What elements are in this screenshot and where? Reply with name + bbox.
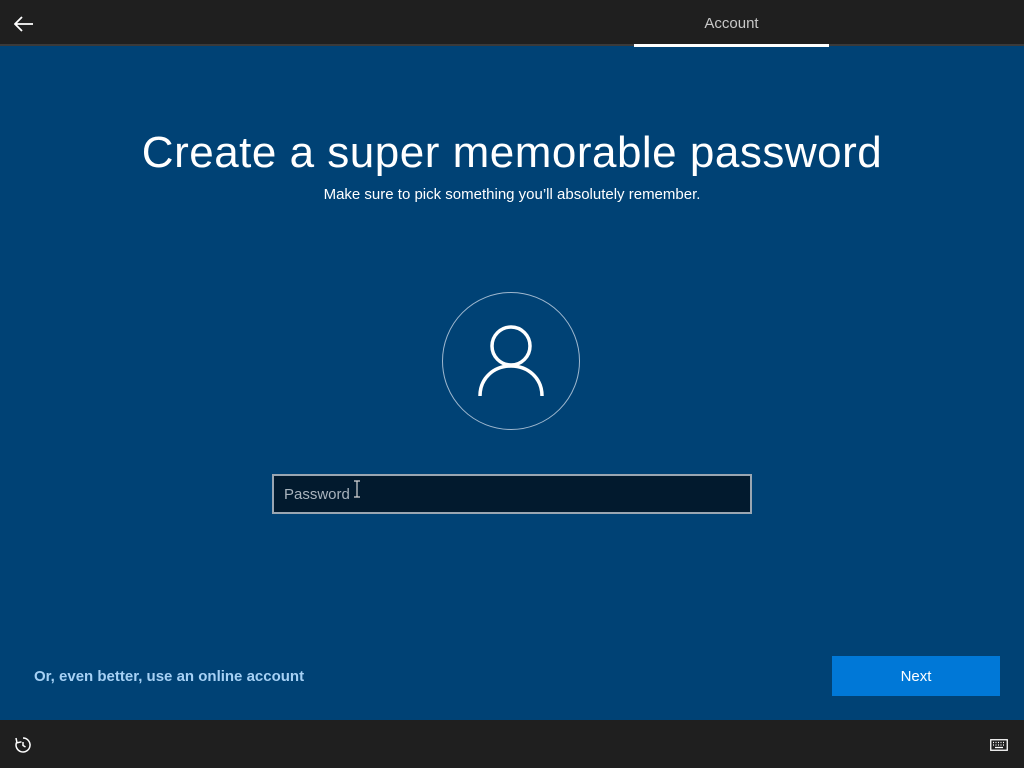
ease-of-access-icon [15,737,31,753]
text-cursor-icon [354,480,360,498]
online-account-link[interactable]: Or, even better, use an online account [34,668,304,685]
back-button[interactable] [8,8,40,40]
password-input[interactable] [272,474,752,514]
back-arrow-icon [14,16,33,32]
main-content: Create a super memorable password Make s… [0,48,1024,720]
tab-selected-indicator [634,44,829,47]
bottom-bar [0,720,1024,768]
avatar [442,292,580,430]
ease-of-access-button[interactable] [12,734,34,756]
tab-account[interactable]: Account [634,0,829,46]
page-title: Create a super memorable password [141,128,883,177]
user-icon [478,325,544,397]
page-subtitle: Make sure to pick something you’ll absol… [323,186,701,203]
keyboard-icon [990,739,1008,751]
keyboard-button[interactable] [988,734,1010,756]
top-bar: Account [0,0,1024,46]
next-button[interactable]: Next [832,656,1000,696]
